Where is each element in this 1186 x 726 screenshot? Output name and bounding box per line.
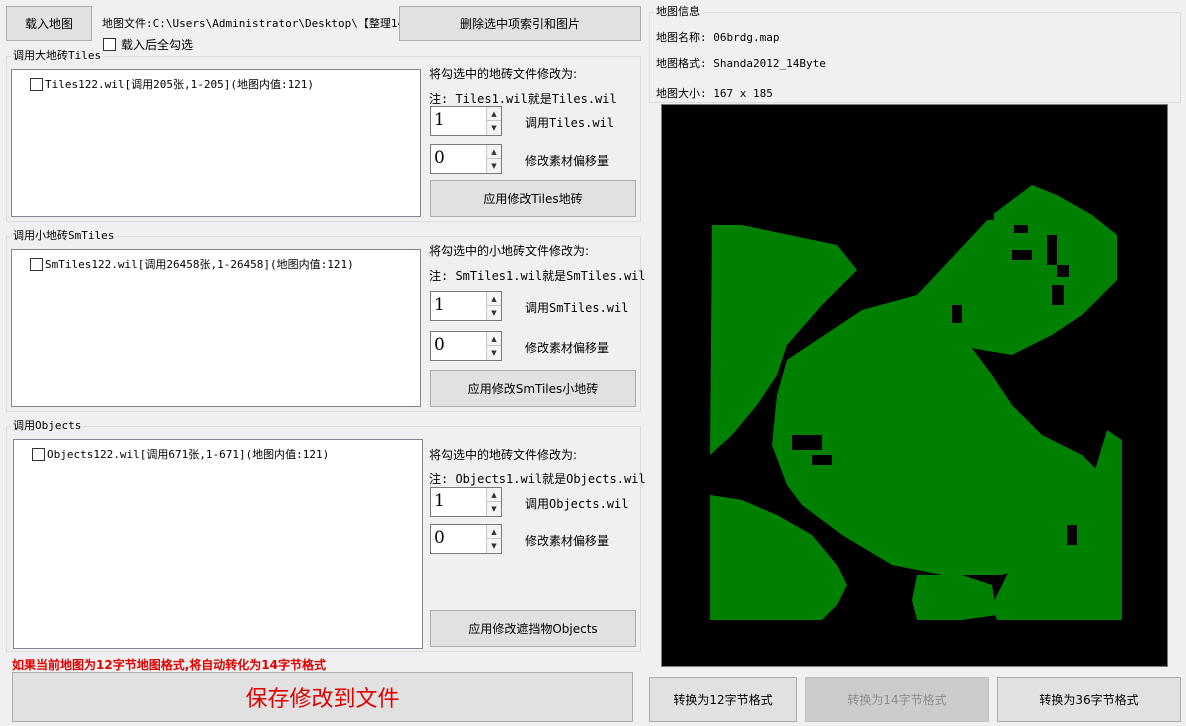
smtiles-group-title: 调用小地砖SmTiles — [11, 229, 117, 243]
map-name: 地图名称: 06brdg.map — [656, 31, 780, 44]
checkbox-box[interactable] — [103, 38, 116, 51]
smtiles-offset-label: 修改素材偏移量 — [525, 341, 610, 355]
map-size: 地图大小: 167 x 185 — [656, 87, 773, 100]
smtiles-file-label: 调用SmTiles.wil — [525, 301, 629, 315]
list-item[interactable]: Tiles122.wil[调用205张,1-205](地图内值:121) — [30, 76, 314, 92]
apply-objects-button[interactable]: 应用修改遮挡物Objects — [430, 610, 636, 647]
tiles-modify-label: 将勾选中的地砖文件修改为: — [429, 67, 578, 81]
up-arrow-icon[interactable]: ▲ — [487, 488, 501, 502]
objects-note: 注: Objects1.wil就是Objects.wil — [429, 472, 646, 486]
list-item-checkbox[interactable] — [30, 77, 43, 91]
stepper-value: 1 — [434, 491, 445, 511]
up-arrow-icon[interactable]: ▲ — [487, 107, 501, 121]
tiles-file-label: 调用Tiles.wil — [525, 116, 615, 130]
map-info-title: 地图信息 — [654, 5, 702, 19]
map-file-path: 地图文件:C:\Users\Administrator\Desktop\【整理1… — [102, 17, 416, 30]
tiles-offset-label: 修改素材偏移量 — [525, 154, 610, 168]
map-preview[interactable] — [661, 104, 1168, 667]
objects-group-title: 调用Objects — [11, 419, 84, 433]
map-format: 地图格式: Shanda2012_14Byte — [656, 57, 826, 70]
load-map-button[interactable]: 载入地图 — [6, 6, 92, 41]
list-item-label: SmTiles122.wil[调用26458张,1-26458](地图内值:12… — [45, 258, 354, 271]
select-all-after-load-checkbox[interactable]: 载入后全勾选 — [103, 36, 193, 53]
tiles-file-stepper[interactable]: 1 ▲ ▼ — [430, 106, 502, 136]
down-arrow-icon[interactable]: ▼ — [487, 159, 501, 173]
tiles-group: 调用大地砖Tiles Tiles122.wil[调用205张,1-205](地图… — [6, 49, 641, 222]
down-arrow-icon[interactable]: ▼ — [487, 539, 501, 553]
convert-36byte-button[interactable]: 转换为36字节格式 — [997, 677, 1181, 722]
list-item-checkbox[interactable] — [32, 447, 45, 461]
objects-file-stepper[interactable]: 1 ▲ ▼ — [430, 487, 502, 517]
apply-tiles-button[interactable]: 应用修改Tiles地砖 — [430, 180, 636, 217]
stepper-value: 0 — [434, 335, 445, 355]
down-arrow-icon[interactable]: ▼ — [487, 502, 501, 516]
objects-list[interactable]: Objects122.wil[调用671张,1-671](地图内值:121) — [13, 439, 423, 649]
objects-file-label: 调用Objects.wil — [525, 497, 629, 511]
objects-modify-label: 将勾选中的地砖文件修改为: — [429, 448, 578, 462]
stepper-value: 1 — [434, 295, 445, 315]
smtiles-list[interactable]: SmTiles122.wil[调用26458张,1-26458](地图内值:12… — [11, 249, 421, 407]
smtiles-modify-label: 将勾选中的小地砖文件修改为: — [429, 244, 590, 258]
apply-smtiles-button[interactable]: 应用修改SmTiles小地砖 — [430, 370, 636, 407]
tiles-note: 注: Tiles1.wil就是Tiles.wil — [429, 92, 617, 106]
map-info-group: 地图信息 地图名称: 06brdg.map 地图格式: Shanda2012_1… — [649, 5, 1181, 103]
up-arrow-icon[interactable]: ▲ — [487, 332, 501, 346]
smtiles-offset-stepper[interactable]: 0 ▲ ▼ — [430, 331, 502, 361]
up-arrow-icon[interactable]: ▲ — [487, 145, 501, 159]
objects-offset-label: 修改素材偏移量 — [525, 534, 610, 548]
tiles-group-title: 调用大地砖Tiles — [11, 49, 104, 63]
convert-14byte-button[interactable]: 转换为14字节格式 — [805, 677, 989, 722]
select-all-label: 载入后全勾选 — [121, 38, 194, 52]
convert-12byte-button[interactable]: 转换为12字节格式 — [649, 677, 797, 722]
objects-group: 调用Objects Objects122.wil[调用671张,1-671](地… — [6, 419, 646, 652]
up-arrow-icon[interactable]: ▲ — [487, 525, 501, 539]
map-preview-image — [710, 185, 1122, 620]
list-item[interactable]: SmTiles122.wil[调用26458张,1-26458](地图内值:12… — [30, 256, 354, 272]
stepper-value: 1 — [434, 110, 445, 130]
list-item[interactable]: Objects122.wil[调用671张,1-671](地图内值:121) — [32, 446, 329, 462]
tiles-list[interactable]: Tiles122.wil[调用205张,1-205](地图内值:121) — [11, 69, 421, 217]
conversion-warning: 如果当前地图为12字节地图格式,将自动转化为14字节格式 — [12, 658, 326, 672]
tiles-offset-stepper[interactable]: 0 ▲ ▼ — [430, 144, 502, 174]
save-to-file-button[interactable]: 保存修改到文件 — [12, 672, 633, 722]
list-item-label: Tiles122.wil[调用205张,1-205](地图内值:121) — [45, 78, 315, 91]
smtiles-file-stepper[interactable]: 1 ▲ ▼ — [430, 291, 502, 321]
down-arrow-icon[interactable]: ▼ — [487, 121, 501, 135]
list-item-label: Objects122.wil[调用671张,1-671](地图内值:121) — [47, 448, 330, 461]
list-item-checkbox[interactable] — [30, 257, 43, 271]
smtiles-group: 调用小地砖SmTiles SmTiles122.wil[调用26458张,1-2… — [6, 229, 646, 412]
down-arrow-icon[interactable]: ▼ — [487, 346, 501, 360]
objects-offset-stepper[interactable]: 0 ▲ ▼ — [430, 524, 502, 554]
delete-selected-button[interactable]: 删除选中项索引和图片 — [399, 6, 641, 41]
down-arrow-icon[interactable]: ▼ — [487, 306, 501, 320]
up-arrow-icon[interactable]: ▲ — [487, 292, 501, 306]
stepper-value: 0 — [434, 148, 445, 168]
stepper-value: 0 — [434, 528, 445, 548]
smtiles-note: 注: SmTiles1.wil就是SmTiles.wil — [429, 269, 646, 283]
